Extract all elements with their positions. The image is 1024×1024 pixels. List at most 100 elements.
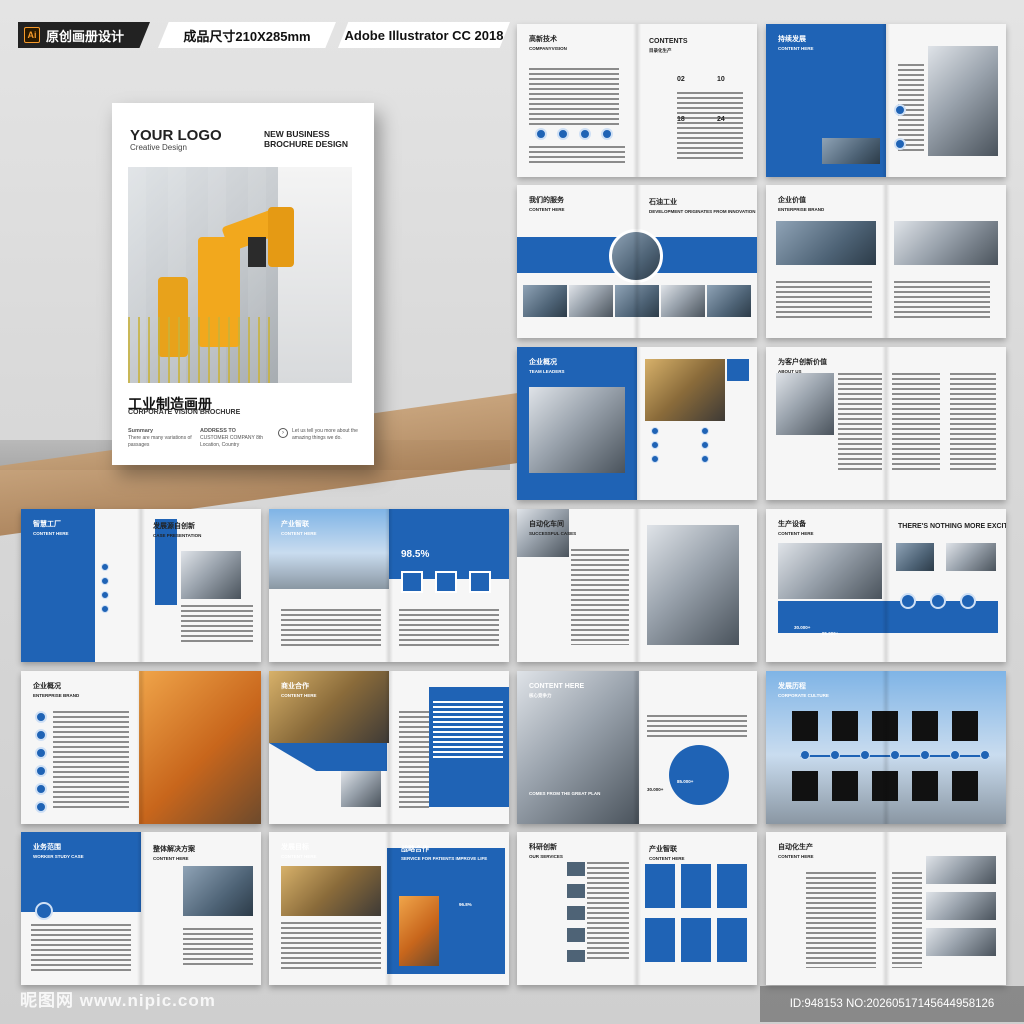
cover-note: Let us tell you more about the amazing t… [292,428,358,441]
blue-band [517,237,757,273]
feature-icon [35,747,47,759]
text-lines [587,862,629,962]
bullet-icon [701,455,709,463]
spread-subtitle: ENTERPRISE BRAND [778,207,825,212]
feature-icon [35,729,47,741]
feature-icon [894,138,906,150]
white-lines [433,701,503,761]
stat-circle [669,745,729,805]
text-lines [399,609,499,649]
spread-title: 企业概况 [33,683,61,690]
feature-icon [35,801,47,813]
text-lines [571,549,629,645]
brochure-spread: 我们的服务 CONTENT HERE 石油工业 DEVELOPMENT ORIGINA… [517,185,757,338]
service-tile [645,864,675,908]
summary-label: Summary [128,428,154,434]
feature-icon [579,128,591,140]
software-tag: Adobe Illustrator CC 2018 [338,22,510,48]
feature-icon [930,593,946,609]
spread-subtitle: CONTENT HERE [778,854,814,859]
contents-number: 10 [717,76,725,83]
spread-title: 生产设备 [778,521,806,528]
contents-number: 02 [677,76,685,83]
brochure-spread: 为客户创新价值 ABOUT US [766,347,1006,500]
brochure-spread: 持续发展 CONTENT HERE [766,24,1006,177]
feature-icon [435,571,457,593]
brochure-spread: 自动化车间 SUCCESSFUL CASES [517,509,757,662]
text-lines [894,281,990,321]
spread-title: 商业合作 [281,683,309,690]
bullet-icon [651,441,659,449]
photo [776,221,876,265]
photo [181,551,241,599]
spread-title-2: 战略合作 [401,846,429,853]
stat-value: 85.000+ [822,631,839,636]
timeline-dot [800,750,810,760]
spread-subtitle-2: CONTENT HERE [649,856,685,861]
timeline-dot [860,750,870,760]
spread-subtitle: CONTENT HERE [778,531,814,536]
text-lines [281,922,381,970]
bullet-icon [101,577,109,585]
tile [727,359,749,381]
bullet-icon [701,441,709,449]
spread-subtitle: OUR SERVICES [529,854,563,859]
feature-icon [35,783,47,795]
spread-subtitle: CONTENT HERE [281,531,317,536]
illustrator-icon: Ai [24,27,40,43]
size-tag: 成品尺寸210X285mm [158,22,336,48]
bullet-icon [651,427,659,435]
address-text: CUSTOMER COMPANY 8th Location, Country [200,435,264,448]
spread-subtitle: ABOUT US [778,369,802,374]
spread-title: 智慧工厂 [33,521,61,528]
spread-title: 发展历程 [778,683,806,690]
summary-text: There are many variations of passages [128,435,192,448]
photo [926,856,996,884]
feature-icon [35,765,47,777]
text-lines [950,373,996,473]
text-lines [647,715,747,739]
feature-icon [35,711,47,723]
brochure-spread: 85.000+ 30.000+ CONTENT HERE 核心竞争力 COMES FRO… [517,671,757,824]
contents-lines [677,92,743,162]
photo [523,285,567,317]
bullet-icon [101,591,109,599]
design-tag: Ai 原创画册设计 [18,22,150,48]
address-label: ADDRESS TO [200,428,236,434]
stat-value: 85.000+ [677,779,694,784]
arrow-icon: › [278,428,288,438]
spread-title: 自动化车间 [529,521,564,528]
spread-title: 企业概况 [529,359,557,366]
service-tile [681,918,711,962]
timeline-blocks [792,711,988,741]
cover-robot-photo [128,167,352,383]
spread-title-2: 发展源自创新 [153,523,195,530]
brochure-spread: 自动化生产 CONTENT HERE [766,832,1006,985]
spread-title-2: THERE'S NOTHING MORE EXCITING THAN A GOO… [898,523,1006,530]
photo [615,285,659,317]
spread-title-2: 石油工业 [649,199,677,206]
spread-title: 自动化生产 [778,844,813,851]
spread-title-2: 产业智联 [649,846,677,853]
bullet-icon [101,563,109,571]
text-lines [806,872,876,968]
spread-subtitle: CONTENT HERE [281,854,317,859]
blue-shape [269,743,387,771]
feature-icon [401,571,423,593]
photo [926,928,996,956]
stat-value: 96.8% [459,902,472,907]
text-lines [183,928,253,968]
timeline-dot [980,750,990,760]
text-lines [181,605,253,645]
spread-title: 业务范围 [33,844,61,851]
cover-headline: NEW BUSINESS BROCHURE DESIGN [264,129,349,149]
contents-number: 24 [717,116,725,123]
photo [926,892,996,920]
timeline-blocks [792,771,988,801]
spread-title: 产业智联 [281,521,309,528]
spread-title: CONTENT HERE [529,683,585,690]
overlay-text: COMES FROM THE GREAT PLAN [529,791,601,796]
photo [647,525,739,645]
feature-icon [557,128,569,140]
feature-icon [601,128,613,140]
